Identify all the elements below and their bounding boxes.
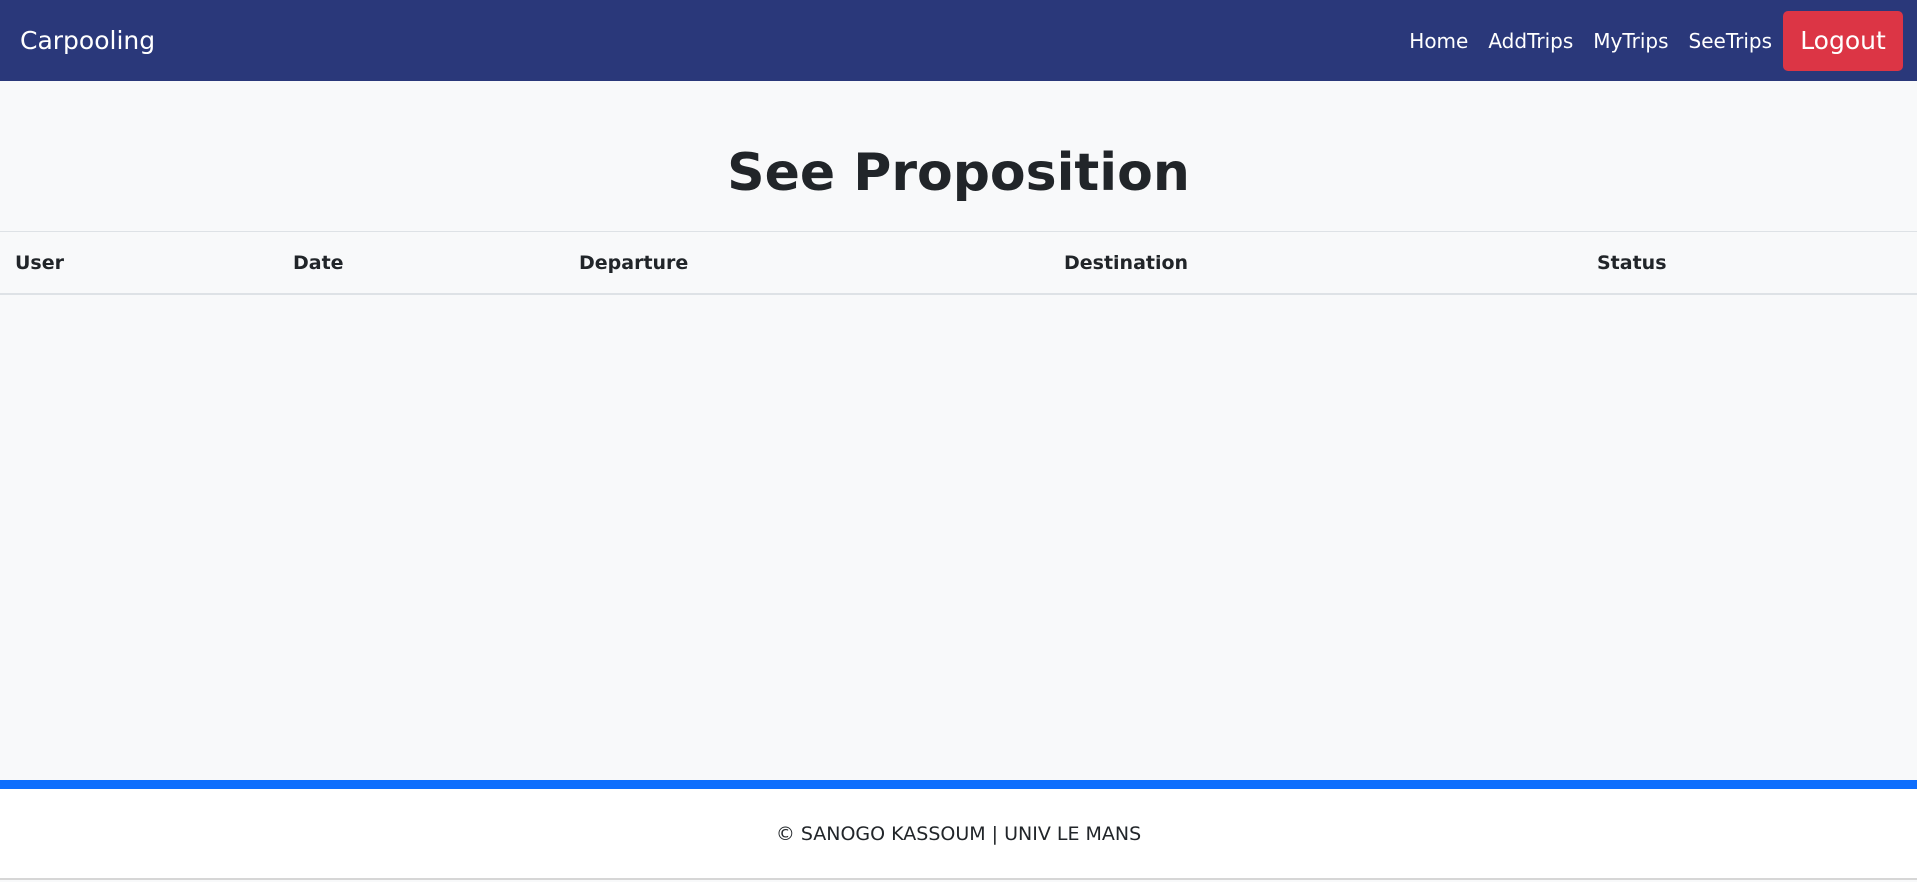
footer-copyright: © SANOGO KASSOUM | UNIV LE MANS bbox=[775, 823, 1142, 845]
column-header-status: Status bbox=[1597, 251, 1667, 274]
top-navbar: Carpooling Home AddTrips MyTrips SeeTrip… bbox=[0, 0, 1917, 81]
nav-link-my-trips[interactable]: MyTrips bbox=[1593, 29, 1668, 53]
nav-links: Home AddTrips MyTrips SeeTrips Logout bbox=[1389, 0, 1903, 81]
page-footer: © SANOGO KASSOUM | UNIV LE MANS bbox=[0, 780, 1917, 880]
table-header: User Date Departure Destination Status bbox=[0, 231, 1917, 294]
nav-link-add-trips[interactable]: AddTrips bbox=[1488, 29, 1573, 53]
column-header-departure: Departure bbox=[579, 251, 689, 274]
brand-link[interactable]: Carpooling bbox=[20, 26, 155, 55]
column-header-date: Date bbox=[293, 251, 344, 274]
logout-button[interactable]: Logout bbox=[1783, 10, 1903, 71]
propositions-table: User Date Departure Destination Status bbox=[0, 231, 1917, 295]
nav-link-see-trips[interactable]: SeeTrips bbox=[1689, 29, 1772, 53]
column-header-user: User bbox=[15, 251, 64, 274]
page-title: See Proposition bbox=[727, 143, 1190, 203]
nav-link-home[interactable]: Home bbox=[1409, 29, 1468, 53]
table-header-row: User Date Departure Destination Status bbox=[0, 231, 1917, 294]
column-header-destination: Destination bbox=[1064, 251, 1189, 274]
